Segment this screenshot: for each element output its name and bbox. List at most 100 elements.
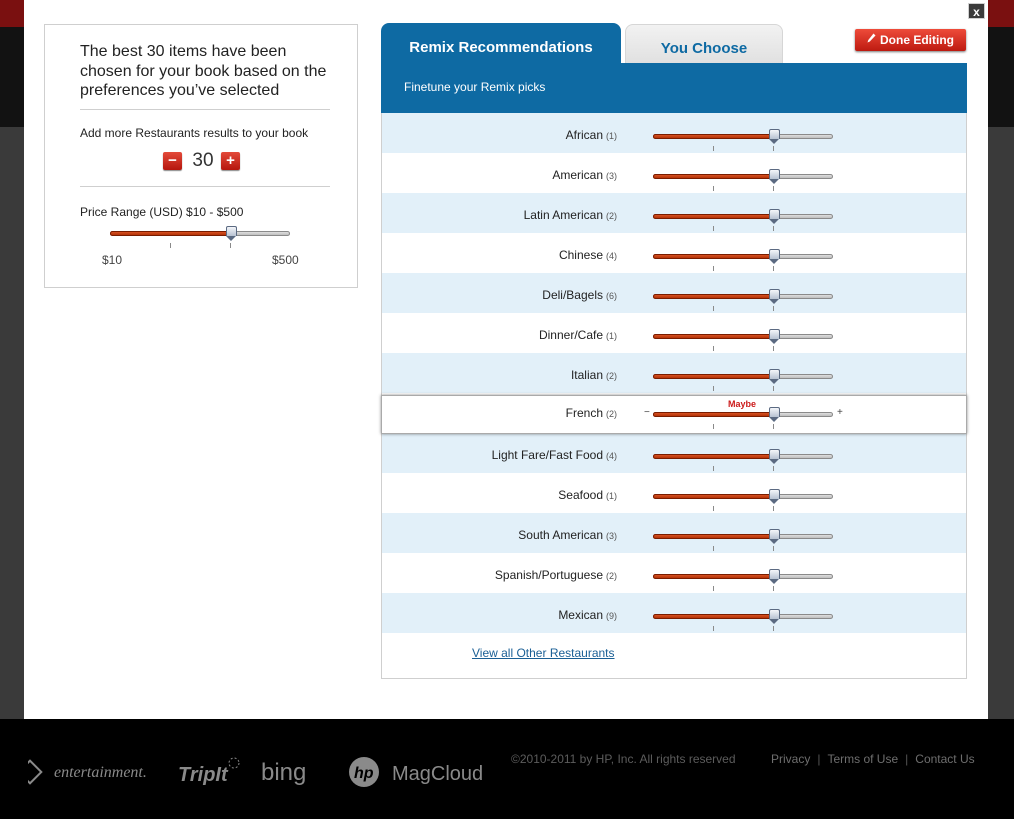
category-label: Light Fare/Fast Food (4) <box>492 448 617 462</box>
category-label: Seafood (1) <box>558 488 617 502</box>
slider-tick <box>713 266 714 271</box>
slider-minus-label[interactable]: − <box>644 407 650 418</box>
tab-you-choose[interactable]: You Choose <box>625 24 783 64</box>
slider-tick <box>713 186 714 191</box>
slider-tick <box>773 306 774 311</box>
category-slider[interactable] <box>653 169 833 192</box>
category-label: Dinner/Cafe (1) <box>539 328 617 342</box>
slider-thumb[interactable] <box>769 489 780 504</box>
slider-thumb[interactable] <box>769 129 780 144</box>
increase-button[interactable]: + <box>221 152 240 170</box>
slider-tick <box>713 306 714 311</box>
category-count: (4) <box>606 251 617 261</box>
category-row: Chinese (4) <box>382 233 966 273</box>
slider-thumb[interactable] <box>769 369 780 384</box>
category-slider[interactable] <box>653 449 833 472</box>
slider-tick <box>713 386 714 391</box>
category-count: (6) <box>606 291 617 301</box>
category-name: South American <box>518 528 603 542</box>
hp-logo: hp <box>347 755 383 789</box>
category-row: Dinner/Cafe (1) <box>382 313 966 353</box>
slider-thumb[interactable] <box>226 226 237 241</box>
slider-fill <box>653 614 774 619</box>
price-range-slider[interactable] <box>110 226 290 248</box>
slider-fill <box>653 174 774 179</box>
done-editing-button[interactable]: Done Editing <box>855 29 966 51</box>
category-slider[interactable] <box>653 209 833 232</box>
slider-fill <box>653 214 774 219</box>
slider-fill <box>110 231 231 236</box>
slider-tick <box>713 506 714 511</box>
category-count: (1) <box>606 491 617 501</box>
category-label: African (1) <box>566 128 617 142</box>
slider-fill <box>653 534 774 539</box>
svg-text:bing: bing <box>261 759 306 786</box>
category-name: Deli/Bagels <box>542 288 603 302</box>
slider-thumb[interactable] <box>769 407 780 422</box>
terms-link[interactable]: Terms of Use <box>827 752 898 766</box>
slider-fill <box>653 494 774 499</box>
category-label: Mexican (9) <box>558 608 617 622</box>
copyright: ©2010-2011 by HP, Inc. All rights reserv… <box>511 752 736 766</box>
slider-tick <box>773 346 774 351</box>
slider-plus-label[interactable]: + <box>837 407 843 418</box>
slider-thumb[interactable] <box>769 249 780 264</box>
bing-logo: bing <box>261 755 331 789</box>
category-slider[interactable] <box>653 369 833 392</box>
category-name: Seafood <box>558 488 603 502</box>
category-name: Light Fare/Fast Food <box>491 448 603 462</box>
results-count: 30 <box>192 150 214 171</box>
slider-thumb[interactable] <box>769 289 780 304</box>
privacy-link[interactable]: Privacy <box>771 752 810 766</box>
slider-thumb[interactable] <box>769 449 780 464</box>
svg-text:MagCloud: MagCloud <box>392 763 482 785</box>
slider-thumb[interactable] <box>769 609 780 624</box>
category-slider[interactable] <box>653 329 833 352</box>
slider-tick <box>773 186 774 191</box>
category-label: Deli/Bagels (6) <box>542 288 617 302</box>
category-row-hovered: French (2) Maybe − + <box>381 395 967 434</box>
category-count: (2) <box>606 571 617 581</box>
category-slider[interactable] <box>653 289 833 312</box>
category-label: Italian (2) <box>571 368 617 382</box>
category-slider[interactable] <box>653 489 833 512</box>
decrease-button[interactable]: − <box>163 152 182 170</box>
divider <box>80 109 330 110</box>
category-slider[interactable] <box>653 407 833 430</box>
slider-tick <box>170 243 171 248</box>
category-label: South American (3) <box>518 528 617 542</box>
slider-thumb[interactable] <box>769 529 780 544</box>
category-slider[interactable] <box>653 529 833 552</box>
done-editing-label: Done Editing <box>880 33 954 47</box>
category-count: (9) <box>606 611 617 621</box>
slider-thumb[interactable] <box>769 169 780 184</box>
slider-fill <box>653 134 774 139</box>
category-name: Spanish/Portuguese <box>494 568 603 582</box>
slider-fill <box>653 374 774 379</box>
category-count: (4) <box>606 451 617 461</box>
category-row: South American (3) <box>382 513 966 553</box>
tab-remix-recommendations[interactable]: Remix Recommendations <box>381 23 621 64</box>
slider-fill <box>653 334 774 339</box>
pencil-icon <box>867 29 876 51</box>
slider-fill <box>653 294 774 299</box>
tripit-logo: TripIt <box>178 755 244 789</box>
category-count: (1) <box>606 331 617 341</box>
category-count: (3) <box>606 531 617 541</box>
slider-tick <box>713 424 714 429</box>
category-slider[interactable] <box>653 249 833 272</box>
category-slider[interactable] <box>653 609 833 632</box>
slider-thumb[interactable] <box>769 209 780 224</box>
category-slider[interactable] <box>653 569 833 592</box>
svg-text:TripIt: TripIt <box>178 764 229 786</box>
category-row: Italian (2) <box>382 353 966 393</box>
svg-text:hp: hp <box>354 765 374 782</box>
category-name: Italian <box>570 368 603 382</box>
category-slider[interactable] <box>653 129 833 152</box>
view-all-link[interactable]: View all Other Restaurants <box>472 646 615 660</box>
slider-thumb[interactable] <box>769 329 780 344</box>
close-button[interactable]: x <box>968 3 985 19</box>
category-row: Light Fare/Fast Food (4) <box>382 433 966 473</box>
slider-thumb[interactable] <box>769 569 780 584</box>
contact-link[interactable]: Contact Us <box>915 752 974 766</box>
